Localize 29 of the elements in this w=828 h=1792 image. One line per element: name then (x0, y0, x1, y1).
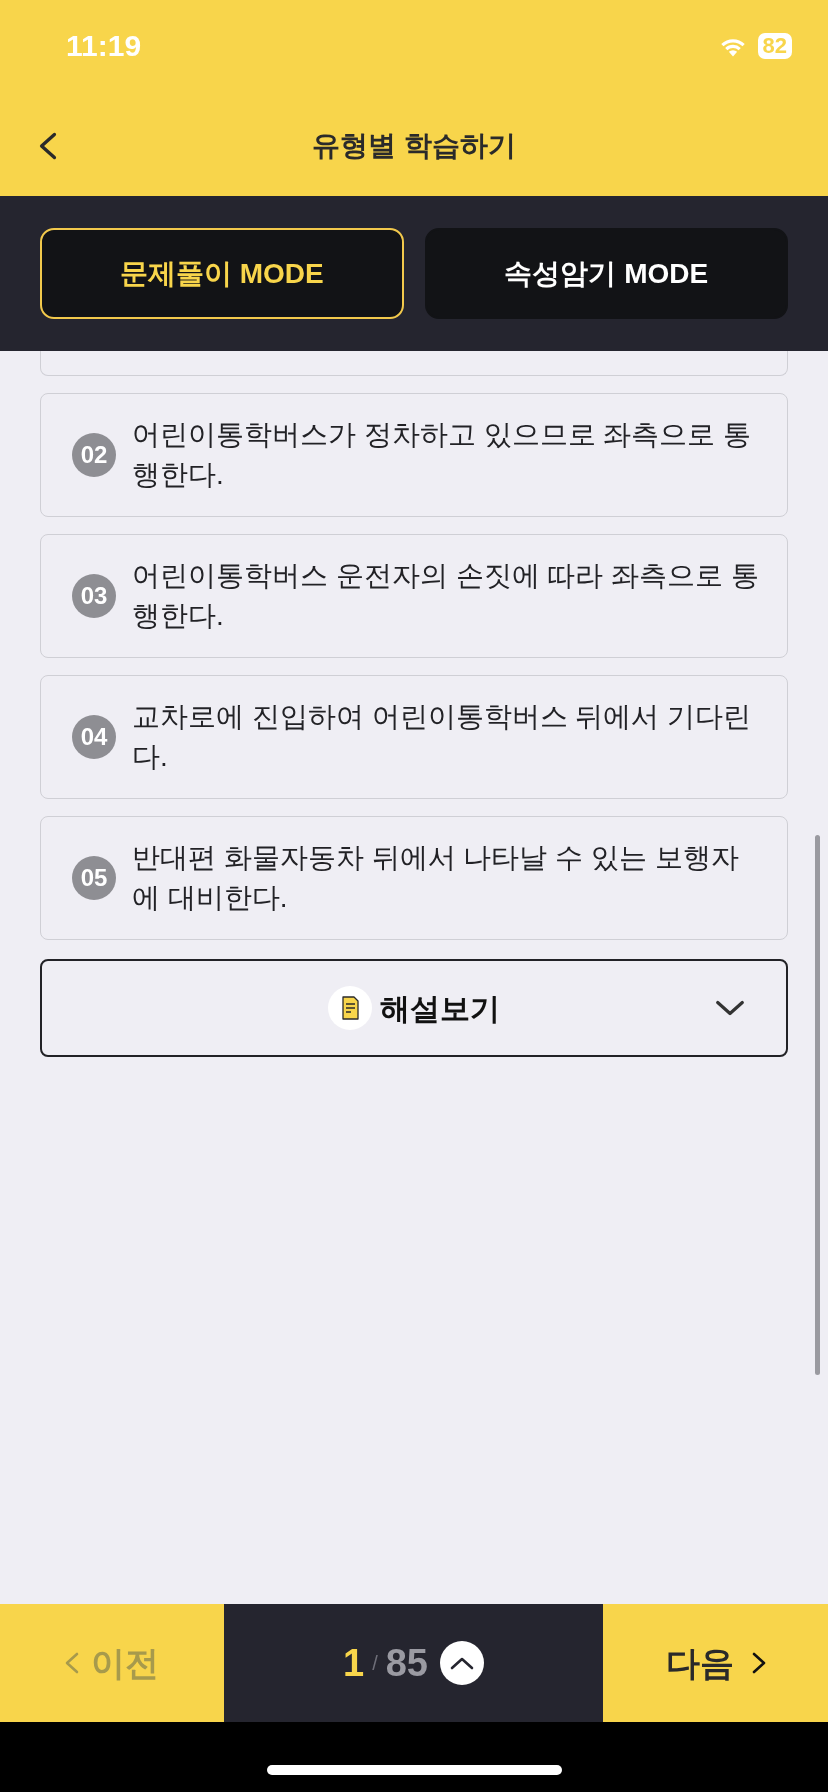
back-icon (39, 130, 57, 162)
explanation-label: 해설보기 (380, 990, 500, 1027)
chevron-left-icon (65, 1651, 79, 1675)
mode-tab[interactable]: 속성암기 MODE (424, 228, 788, 319)
option-text: 어린이통학버스가 정차하고 있으므로 좌측으로 통행한다. (132, 418, 753, 492)
option-text: 교차로에 진입하여 어린이통학버스 뒤에서 기다린다. (132, 700, 753, 774)
option-card[interactable]: 04 교차로에 진입하여 어린이통학버스 뒤에서 기다린다. (40, 675, 788, 799)
explanation-toggle[interactable]: 해설보기 (40, 959, 788, 1057)
option-text: 반대편 화물자동차 뒤에서 나타날 수 있는 보행자에 대비한다. (132, 841, 740, 915)
option-card[interactable]: 03 어린이통학버스 운전자의 손짓에 따라 좌측으로 통행한다. (40, 534, 788, 658)
chevron-right-icon (751, 1651, 766, 1675)
option-number: 02 (72, 433, 116, 477)
option-number: 04 (72, 715, 116, 759)
status-time: 11:19 (66, 31, 142, 61)
chevron-up-icon (450, 1656, 474, 1670)
scroll-up-button[interactable] (440, 1641, 484, 1685)
current-page: 1 (343, 1644, 365, 1682)
battery-indicator: 82 (757, 33, 792, 59)
next-button[interactable]: 다음 (603, 1604, 828, 1722)
page-title: 유형별 학습하기 (311, 129, 517, 163)
option-text: 어린이통학버스 운전자의 손짓에 따라 좌측으로 통행한다. (132, 559, 759, 633)
option-number: 05 (72, 856, 116, 900)
total-pages: 85 (385, 1644, 428, 1682)
document-icon (328, 986, 372, 1030)
option-number: 03 (72, 574, 116, 618)
option-card[interactable]: 02 어린이통학버스가 정차하고 있으므로 좌측으로 통행한다. (40, 393, 788, 517)
page-separator: / (372, 1653, 378, 1673)
mode-tab[interactable]: 문제풀이 MODE (40, 228, 404, 319)
option-card[interactable]: 05 반대편 화물자동차 뒤에서 나타날 수 있는 보행자에 대비한다. (40, 816, 788, 940)
